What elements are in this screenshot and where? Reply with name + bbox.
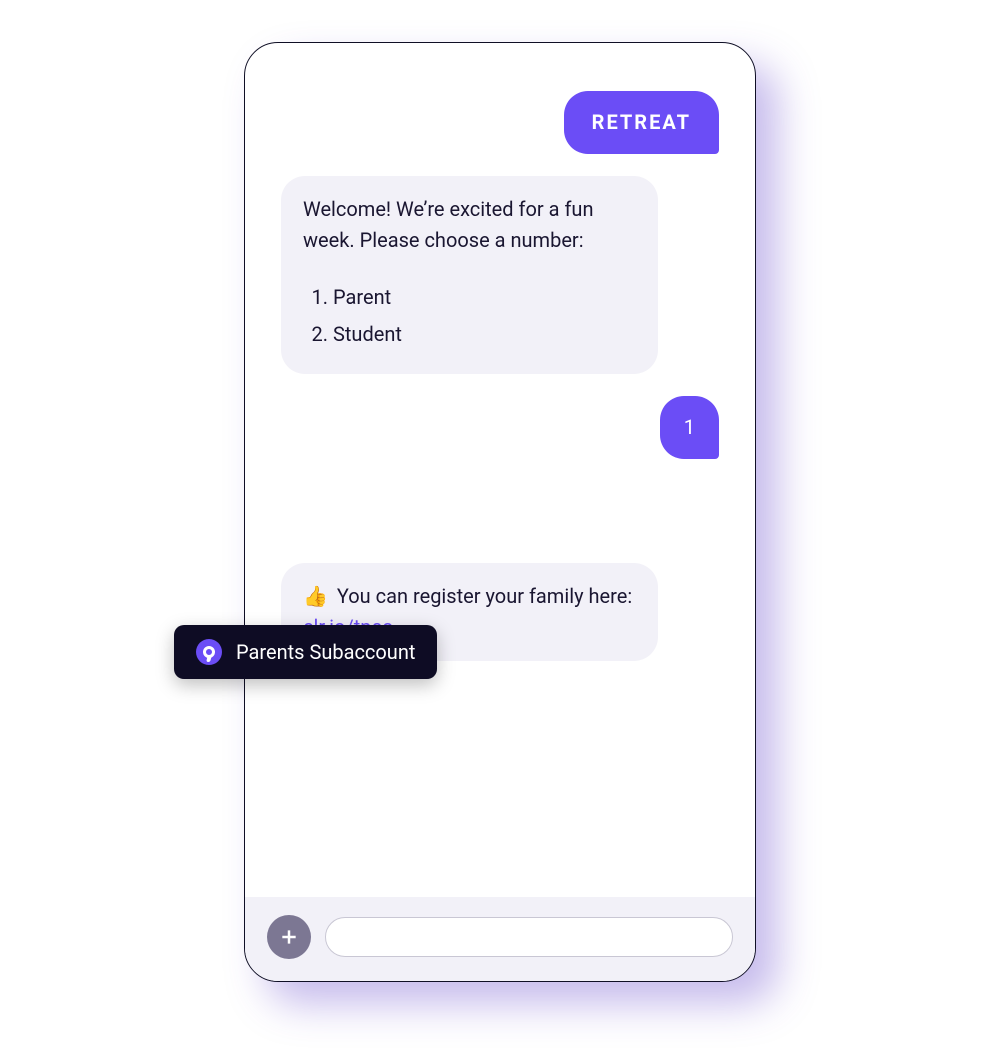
chat-card: RETREAT Welcome! We’re excited for a fun… [244,42,756,982]
messages-area: RETREAT Welcome! We’re excited for a fun… [245,43,755,897]
tooltip-label: Parents Subaccount [236,640,415,664]
plus-icon [279,927,299,947]
message-received-welcome: Welcome! We’re excited for a fun week. P… [281,176,658,374]
subaccount-tooltip[interactable]: Parents Subaccount [174,625,437,679]
register-text: You can register your family here: [332,584,632,608]
add-button[interactable] [267,915,311,959]
options-list: Parent Student [333,282,636,350]
welcome-intro: Welcome! We’re excited for a fun week. P… [303,194,636,256]
option-parent: Parent [333,282,636,313]
message-sent-choice: 1 [660,396,719,459]
input-bar [245,897,755,981]
brand-icon [196,639,222,665]
message-input[interactable] [325,917,733,957]
message-sent-keyword: RETREAT [564,91,719,154]
spacer [281,481,719,541]
option-student: Student [333,319,636,350]
thumbs-up-icon: 👍 [303,584,328,608]
